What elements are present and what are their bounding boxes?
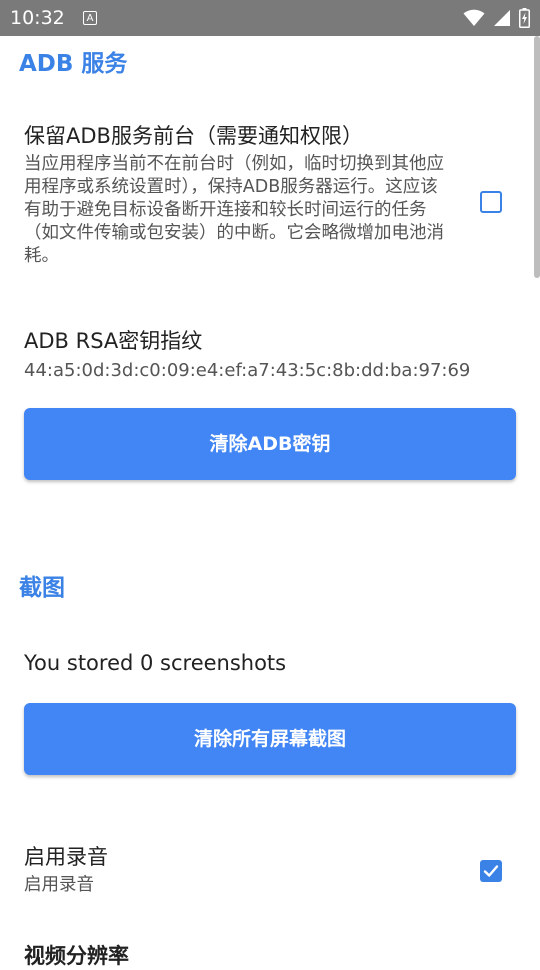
clear-screenshots-button[interactable]: 清除所有屏幕截图: [24, 703, 516, 775]
check-icon: [483, 865, 499, 877]
settings-list: ADB 服务 保留ADB服务前台（需要通知权限） 当应用程序当前不在前台时（例如…: [0, 36, 540, 968]
pref-adb-rsa-title: ADB RSA密钥指纹: [24, 329, 203, 353]
pref-adb-foreground-summary: 当应用程序当前不在前台时（例如，临时切换到其他应用程序或系统设置时），保持ADB…: [24, 154, 444, 266]
status-bar: 10:32 A: [0, 0, 540, 36]
wifi-icon: [463, 9, 485, 26]
adb-rsa-fingerprint: 44:a5:0d:3d:c0:09:e4:ef:a7:43:5c:8b:dd:b…: [24, 360, 471, 381]
section-header-screenshots: 截图: [19, 575, 65, 601]
section-header-adb: ADB 服务: [19, 51, 128, 77]
adb-foreground-checkbox[interactable]: [480, 191, 502, 213]
battery-charging-icon: [519, 8, 530, 28]
pref-video-resolution-title[interactable]: 视频分辨率: [24, 942, 129, 970]
notification-icon: A: [83, 11, 97, 25]
status-icons: [463, 8, 530, 28]
clear-adb-keys-button[interactable]: 清除ADB密钥: [24, 408, 516, 480]
signal-icon: [494, 10, 510, 26]
audio-recording-checkbox[interactable]: [480, 860, 502, 882]
pref-audio-recording-title: 启用录音: [24, 845, 108, 869]
status-time: 10:32: [10, 7, 65, 29]
screenshots-count: You stored 0 screenshots: [24, 651, 287, 675]
pref-adb-foreground-title: 保留ADB服务前台（需要通知权限）: [24, 124, 363, 148]
pref-audio-recording-summary: 启用录音: [24, 875, 94, 895]
